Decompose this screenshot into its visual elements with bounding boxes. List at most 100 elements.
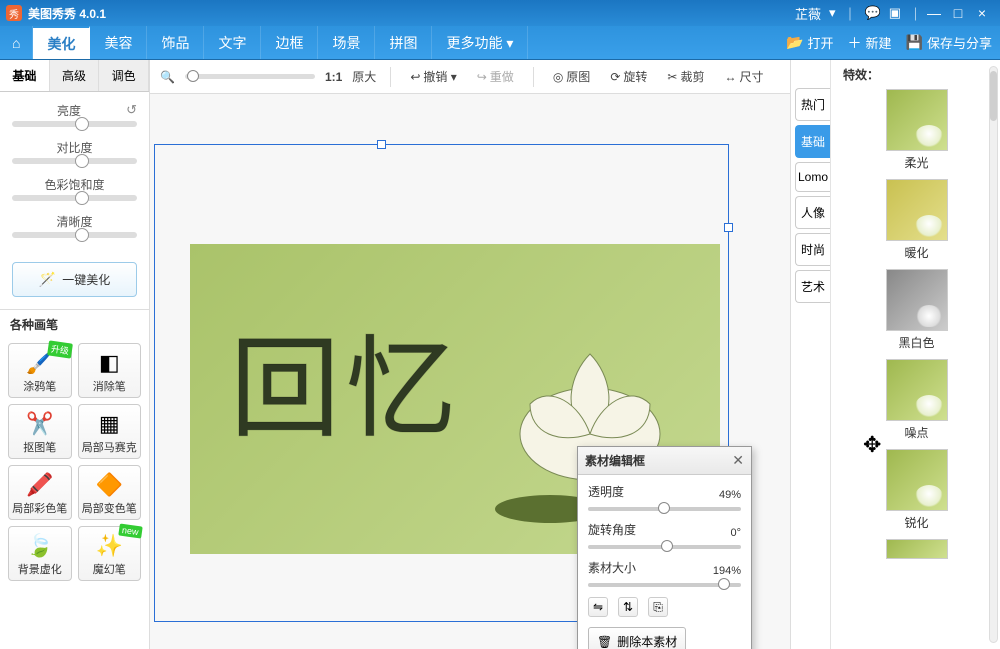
canvas-toolbar: 🔍 1:1 原大 ↩撤销 ▾ ↪重做 ◎原图 ⟳旋转 ✂裁剪 ↔尺寸 bbox=[150, 60, 790, 94]
size-icon: ↔ bbox=[724, 70, 736, 84]
one-key-beautify-button[interactable]: 🪄 一键美化 bbox=[12, 262, 137, 297]
tab-more[interactable]: 更多功能 ▾ bbox=[432, 26, 528, 59]
effect-cat-basic[interactable]: 基础 bbox=[795, 125, 830, 158]
brush-eraser[interactable]: ◧消除笔 bbox=[78, 343, 142, 398]
brush-local-color[interactable]: 🖍️局部彩色笔 bbox=[8, 465, 72, 520]
popup-close-icon[interactable]: ✕ bbox=[732, 452, 744, 469]
brush-magic[interactable]: new✨魔幻笔 bbox=[78, 526, 142, 581]
slider-sharpness[interactable]: 清晰度 bbox=[12, 213, 137, 238]
scrollbar-thumb[interactable] bbox=[990, 71, 997, 121]
effect-label: 暖化 bbox=[841, 244, 992, 261]
effect-cat-art[interactable]: 艺术 bbox=[795, 270, 830, 303]
rotate-button[interactable]: ⟳旋转 bbox=[605, 65, 652, 88]
delete-label: 删除本素材 bbox=[617, 633, 677, 649]
effect-soft-light[interactable]: 柔光 bbox=[841, 89, 992, 171]
new-button[interactable]: ＋新建 bbox=[848, 33, 892, 53]
feedback-icon[interactable]: ▣ bbox=[889, 5, 901, 21]
open-button[interactable]: 📂打开 bbox=[786, 33, 833, 52]
left-panel: 基础 高级 调色 ↺ 亮度 对比度 色彩饱和度 清晰度 🪄 bbox=[0, 60, 150, 649]
selection-handle-right[interactable] bbox=[724, 223, 733, 232]
maximize-button[interactable]: □ bbox=[946, 5, 970, 21]
flip-horizontal-button[interactable]: ⇋ bbox=[588, 597, 608, 617]
brush-blur-bg[interactable]: 🍃背景虚化 bbox=[8, 526, 72, 581]
brush-label: 消除笔 bbox=[81, 378, 139, 394]
original-label: 原图 bbox=[566, 68, 590, 85]
selection-handle-top[interactable] bbox=[377, 140, 386, 149]
reset-sliders-icon[interactable]: ↺ bbox=[126, 102, 137, 118]
flip-vertical-button[interactable]: ⇅ bbox=[618, 597, 638, 617]
rotate-icon: ⟳ bbox=[610, 70, 620, 84]
brush-label: 涂鸦笔 bbox=[11, 378, 69, 394]
open-label: 打开 bbox=[808, 33, 834, 52]
app-logo-icon: 秀 bbox=[6, 5, 22, 21]
subtab-advanced[interactable]: 高级 bbox=[50, 60, 100, 91]
save-icon: 💾 bbox=[906, 34, 923, 51]
tab-beautify[interactable]: 美化 bbox=[33, 26, 90, 59]
zoom-ratio[interactable]: 1:1 bbox=[325, 70, 342, 84]
tab-collage[interactable]: 拼图 bbox=[375, 26, 432, 59]
effects-scrollbar[interactable] bbox=[989, 66, 998, 643]
close-button[interactable]: × bbox=[970, 5, 994, 21]
save-share-button[interactable]: 💾保存与分享 bbox=[906, 33, 992, 52]
crop-button[interactable]: ✂裁剪 bbox=[662, 65, 709, 88]
effect-next[interactable] bbox=[841, 539, 992, 559]
zoom-slider[interactable] bbox=[185, 74, 315, 79]
brush-mosaic[interactable]: ▦局部马赛克 bbox=[78, 404, 142, 459]
subtab-basic[interactable]: 基础 bbox=[0, 60, 50, 91]
trash-icon: 🗑 bbox=[597, 635, 612, 649]
brush-label: 背景虚化 bbox=[11, 561, 69, 577]
wand-icon: 🪄 bbox=[39, 271, 56, 288]
tab-accessories[interactable]: 饰品 bbox=[147, 26, 204, 59]
slider-contrast[interactable]: 对比度 bbox=[12, 139, 137, 164]
effect-cat-hot[interactable]: 热门 bbox=[795, 88, 830, 121]
brush-recolor[interactable]: 🔶局部变色笔 bbox=[78, 465, 142, 520]
effect-noise[interactable]: 噪点 bbox=[841, 359, 992, 441]
zoom-icon[interactable]: 🔍 bbox=[160, 70, 175, 84]
size-label: 尺寸 bbox=[739, 68, 763, 85]
tab-label: 饰品 bbox=[161, 33, 189, 53]
home-icon: ⌂ bbox=[12, 35, 20, 51]
user-name[interactable]: 芷薇 bbox=[795, 4, 821, 23]
effect-warm[interactable]: 暖化 bbox=[841, 179, 992, 261]
onekey-label: 一键美化 bbox=[62, 271, 110, 288]
crop-label: 裁剪 bbox=[680, 68, 704, 85]
tab-cosmetic[interactable]: 美容 bbox=[90, 26, 147, 59]
effect-cat-portrait[interactable]: 人像 bbox=[795, 196, 830, 229]
tab-text[interactable]: 文字 bbox=[204, 26, 261, 59]
effect-cat-fashion[interactable]: 时尚 bbox=[795, 233, 830, 266]
brush-label: 魔幻笔 bbox=[81, 561, 139, 577]
undo-button[interactable]: ↩撤销 ▾ bbox=[405, 65, 461, 88]
tab-label: 美容 bbox=[104, 33, 132, 53]
material-editor-popup[interactable]: 素材编辑框 ✕ 透明度 49% 旋转角度 0° 素材大小 bbox=[577, 446, 752, 649]
effect-sharpen[interactable]: 锐化 bbox=[841, 449, 992, 531]
size-button[interactable]: ↔尺寸 bbox=[719, 65, 768, 88]
minimize-button[interactable]: — bbox=[922, 5, 946, 21]
cat-label: 人像 bbox=[801, 206, 825, 220]
slider-brightness[interactable]: 亮度 bbox=[12, 102, 137, 127]
brush-label: 局部变色笔 bbox=[81, 500, 139, 516]
tab-home[interactable]: ⌂ bbox=[0, 26, 33, 59]
brush-cutout[interactable]: ✂️抠图笔 bbox=[8, 404, 72, 459]
brush-doodle[interactable]: 升级🖌️涂鸦笔 bbox=[8, 343, 72, 398]
cat-label: Lomo bbox=[798, 170, 828, 184]
original-button[interactable]: ◎原图 bbox=[548, 65, 596, 88]
subtab-label: 调色 bbox=[112, 69, 136, 83]
duplicate-button[interactable]: ⎘ bbox=[648, 597, 668, 617]
chat-icon[interactable]: 💬 bbox=[865, 5, 881, 21]
effect-cat-lomo[interactable]: Lomo bbox=[795, 162, 830, 192]
opacity-slider[interactable]: 透明度 49% bbox=[588, 483, 741, 511]
user-dropdown-icon[interactable]: ▾ bbox=[829, 5, 836, 21]
delete-material-button[interactable]: 🗑 删除本素材 bbox=[588, 627, 686, 649]
subtab-color[interactable]: 调色 bbox=[99, 60, 149, 91]
brush-label: 抠图笔 bbox=[11, 439, 69, 455]
rotation-slider[interactable]: 旋转角度 0° bbox=[588, 521, 741, 549]
tab-frame[interactable]: 边框 bbox=[261, 26, 318, 59]
size-slider[interactable]: 素材大小 194% bbox=[588, 559, 741, 587]
effect-bw[interactable]: 黑白色 bbox=[841, 269, 992, 351]
brush-mosaic-icon: ▦ bbox=[81, 409, 139, 439]
popup-title: 素材编辑框 bbox=[585, 452, 645, 469]
tab-scene[interactable]: 场景 bbox=[318, 26, 375, 59]
redo-button[interactable]: ↪重做 bbox=[472, 65, 519, 88]
slider-saturation[interactable]: 色彩饱和度 bbox=[12, 176, 137, 201]
canvas-area[interactable]: 回忆 素材编辑框 ✕ 透明度 49% bbox=[150, 94, 790, 649]
